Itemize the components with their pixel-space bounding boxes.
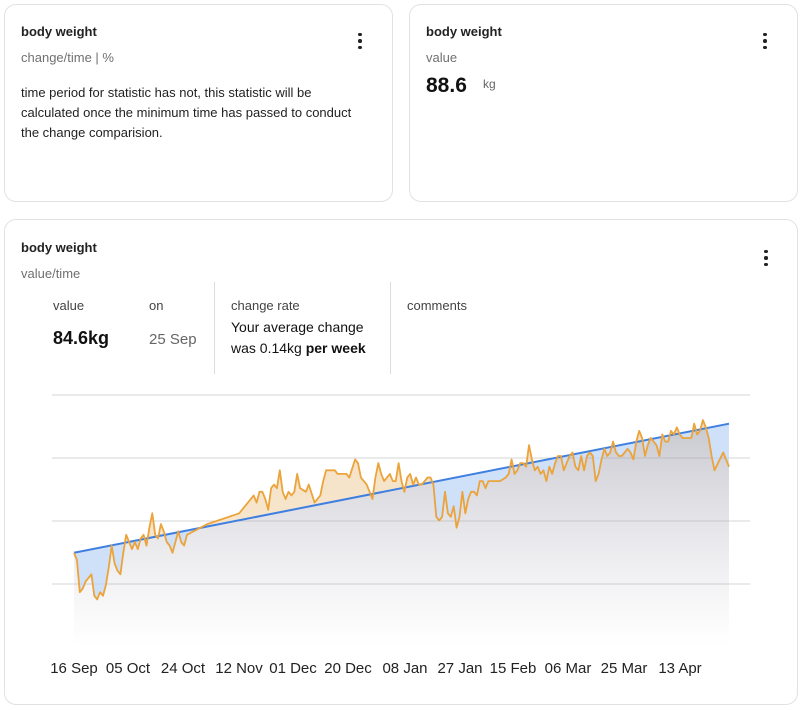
change-rate-bold: per week xyxy=(305,340,366,356)
more-options-icon[interactable] xyxy=(755,29,775,53)
divider xyxy=(390,282,391,374)
change-rate-line-1: Your average change xyxy=(231,319,364,335)
current-value: 88.6 xyxy=(426,74,467,97)
change-statistic-card: body weight change/time | % time period … xyxy=(4,4,393,202)
divider xyxy=(214,282,215,374)
change-rate-text: Your average change was 0.14kg per week xyxy=(231,317,401,359)
statistic-message: time period for statistic has not, this … xyxy=(21,85,352,140)
value-statistic-card: body weight value 88.6 kg xyxy=(409,4,798,202)
change-rate-line-2: was 0.14kg xyxy=(231,340,306,356)
card-title: body weight xyxy=(21,240,97,255)
stat-date: 25 Sep xyxy=(149,331,197,348)
value-time-chart-card: body weight value/time value 84.6kg on 2… xyxy=(4,219,798,705)
card-subtitle: value xyxy=(426,50,458,65)
card-title: body weight xyxy=(21,24,97,39)
more-options-icon[interactable] xyxy=(756,246,776,270)
comments-label: comments xyxy=(407,298,467,313)
change-rate-label: change rate xyxy=(231,298,300,313)
card-subtitle: change/time | % xyxy=(21,50,114,65)
on-label: on xyxy=(149,298,164,313)
stat-value: 84.6kg xyxy=(53,328,110,348)
value-unit: kg xyxy=(483,77,496,91)
value-label: value xyxy=(53,298,85,313)
card-subtitle: value/time xyxy=(21,266,81,281)
card-title: body weight xyxy=(426,24,502,39)
more-options-icon[interactable] xyxy=(350,29,370,53)
